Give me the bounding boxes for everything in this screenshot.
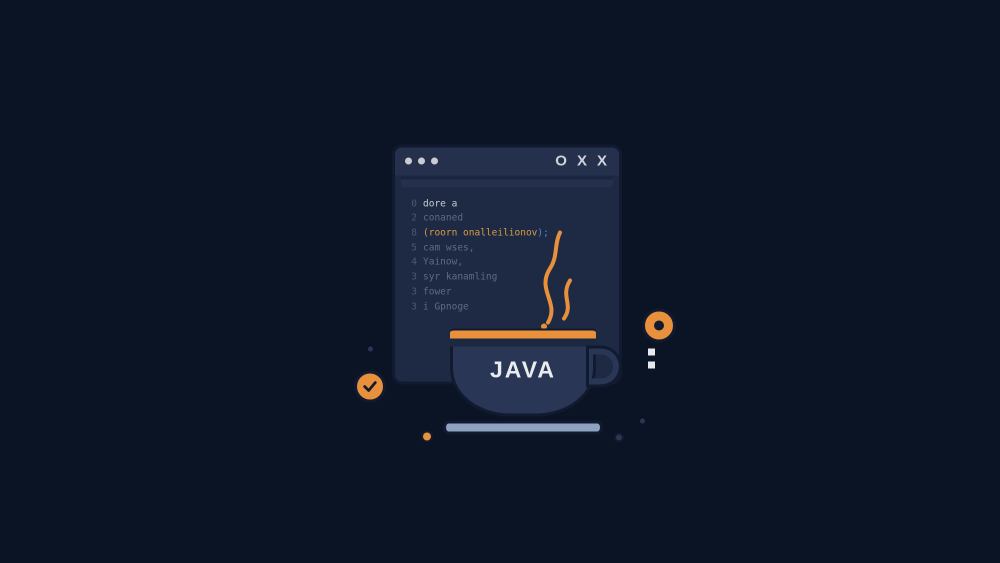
cup-inner (450, 338, 596, 346)
decorative-dot-icon (368, 346, 373, 351)
pip (648, 361, 655, 368)
maximize-icon: X (597, 153, 609, 170)
decorative-dot-icon (614, 432, 624, 442)
check-badge-icon (354, 370, 386, 402)
saucer (443, 420, 603, 434)
java-cup: JAVA (433, 328, 613, 434)
tab-strip (401, 175, 613, 187)
code-token: roorn onalleilionov (429, 227, 538, 238)
steam-icon (530, 230, 590, 330)
code-token: i Gpnoge (423, 301, 469, 312)
window-titlebar: O X X (395, 147, 619, 175)
traffic-light-dot (418, 158, 425, 165)
decorative-pips (648, 348, 655, 368)
ring-badge-icon (642, 308, 676, 342)
cup-rim (450, 328, 596, 338)
traffic-light-dot (405, 158, 412, 165)
traffic-lights (405, 158, 438, 165)
code-token: Yainow, (423, 257, 463, 268)
close-icon: X (577, 153, 589, 170)
code-token: dore a (423, 198, 457, 209)
code-token: fower (423, 286, 452, 297)
code-token: cam wses, (423, 242, 474, 253)
cup-body: JAVA (450, 346, 596, 416)
code-token: conaned (423, 213, 463, 224)
minimize-icon: O (555, 153, 569, 170)
pip (648, 348, 655, 355)
traffic-light-dot (431, 158, 438, 165)
window-controls: O X X (555, 153, 609, 170)
decorative-dot-icon (421, 430, 433, 442)
code-token: syr kanamling (423, 272, 497, 283)
decorative-dot-icon (640, 418, 645, 423)
cup-label: JAVA (490, 356, 556, 383)
